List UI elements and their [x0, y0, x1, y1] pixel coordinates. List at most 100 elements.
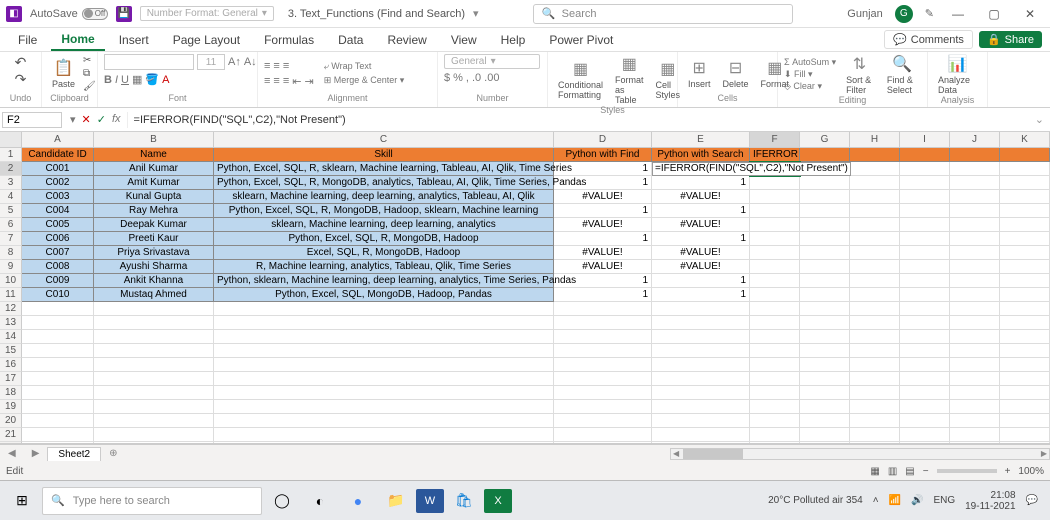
decrease-font-icon[interactable]: A↓	[244, 56, 257, 68]
cell-E17[interactable]	[652, 372, 750, 386]
cell-I16[interactable]	[900, 358, 950, 372]
cell-I11[interactable]	[900, 288, 950, 302]
cell-B13[interactable]	[94, 316, 214, 330]
cell-K8[interactable]	[1000, 246, 1050, 260]
col-header-j[interactable]: J	[950, 132, 1000, 147]
row-header[interactable]: 10	[0, 274, 22, 288]
cell-C21[interactable]	[214, 428, 554, 442]
row-header[interactable]: 9	[0, 260, 22, 274]
delete-cells-button[interactable]: ⊟Delete	[719, 58, 753, 89]
cell-H22[interactable]	[850, 442, 900, 444]
cell-I22[interactable]	[900, 442, 950, 444]
cell-H9[interactable]	[850, 260, 900, 274]
volume-icon[interactable]: 🔊	[911, 495, 923, 506]
underline-button[interactable]: U	[121, 74, 129, 86]
cell-D2[interactable]: 1	[554, 162, 652, 176]
cell-J2[interactable]	[950, 162, 1000, 176]
cell-H17[interactable]	[850, 372, 900, 386]
tray-chevron-icon[interactable]: ˄	[873, 495, 879, 506]
row-header[interactable]: 17	[0, 372, 22, 386]
cell-A1[interactable]: Candidate ID	[22, 148, 94, 162]
tab-home[interactable]: Home	[51, 29, 104, 51]
cell-F20[interactable]	[750, 414, 800, 428]
cell-I20[interactable]	[900, 414, 950, 428]
cell-C12[interactable]	[214, 302, 554, 316]
cell-B15[interactable]	[94, 344, 214, 358]
cell-D9[interactable]: #VALUE!	[554, 260, 652, 274]
bold-button[interactable]: B	[104, 74, 112, 86]
minimize-button[interactable]: —	[946, 7, 970, 21]
cell-E16[interactable]	[652, 358, 750, 372]
cell-A19[interactable]	[22, 400, 94, 414]
cell-C6[interactable]: sklearn, Machine learning, deep learning…	[214, 218, 554, 232]
cell-C8[interactable]: Excel, SQL, R, MongoDB, Hadoop	[214, 246, 554, 260]
cell-A22[interactable]	[22, 442, 94, 444]
cell-J13[interactable]	[950, 316, 1000, 330]
copy-icon[interactable]: ⧉	[83, 68, 96, 79]
cell-J16[interactable]	[950, 358, 1000, 372]
cell-D14[interactable]	[554, 330, 652, 344]
cell-B17[interactable]	[94, 372, 214, 386]
cell-A4[interactable]: C003	[22, 190, 94, 204]
cell-A9[interactable]: C008	[22, 260, 94, 274]
cell-C2[interactable]: Python, Excel, SQL, R, sklearn, Machine …	[214, 162, 554, 176]
cell-E13[interactable]	[652, 316, 750, 330]
align-right-icon[interactable]: ≡	[283, 75, 289, 87]
cell-D13[interactable]	[554, 316, 652, 330]
align-center-icon[interactable]: ≡	[273, 75, 279, 87]
accept-formula-icon[interactable]: ✓	[97, 113, 106, 126]
cell-C7[interactable]: Python, Excel, SQL, R, MongoDB, Hadoop	[214, 232, 554, 246]
user-avatar[interactable]: G	[895, 5, 913, 23]
tab-formulas[interactable]: Formulas	[254, 30, 324, 50]
col-header-g[interactable]: G	[800, 132, 850, 147]
align-bottom-icon[interactable]: ≡	[283, 60, 289, 72]
currency-icon[interactable]: $	[444, 72, 450, 84]
zoom-in-icon[interactable]: +	[1005, 466, 1011, 477]
cell-B4[interactable]: Kunal Gupta	[94, 190, 214, 204]
cell-G11[interactable]	[800, 288, 850, 302]
cell-C10[interactable]: Python, sklearn, Machine learning, deep …	[214, 274, 554, 288]
cell-A2[interactable]: C001	[22, 162, 94, 176]
cell-K7[interactable]	[1000, 232, 1050, 246]
cell-G5[interactable]	[800, 204, 850, 218]
cell-F16[interactable]	[750, 358, 800, 372]
row-header[interactable]: 8	[0, 246, 22, 260]
cell-D8[interactable]: #VALUE!	[554, 246, 652, 260]
horizontal-scrollbar[interactable]: ◀ ▶	[670, 448, 1050, 460]
row-header[interactable]: 13	[0, 316, 22, 330]
cell-H5[interactable]	[850, 204, 900, 218]
cell-I14[interactable]	[900, 330, 950, 344]
tab-page-layout[interactable]: Page Layout	[163, 30, 250, 50]
cell-G15[interactable]	[800, 344, 850, 358]
share-button[interactable]: 🔒 Share	[979, 31, 1042, 48]
cell-B5[interactable]: Ray Mehra	[94, 204, 214, 218]
conditional-formatting-button[interactable]: ▦Conditional Formatting	[554, 59, 607, 100]
name-box[interactable]	[2, 112, 62, 128]
taskbar-search[interactable]: 🔍 Type here to search	[42, 487, 262, 515]
cell-B8[interactable]: Priya Srivastava	[94, 246, 214, 260]
cell-J5[interactable]	[950, 204, 1000, 218]
insert-cells-button[interactable]: ⊞Insert	[684, 58, 715, 89]
italic-button[interactable]: I	[115, 74, 118, 86]
cell-J21[interactable]	[950, 428, 1000, 442]
cell-B14[interactable]	[94, 330, 214, 344]
comments-button[interactable]: 💬 Comments	[884, 30, 973, 49]
cell-G9[interactable]	[800, 260, 850, 274]
cell-A7[interactable]: C006	[22, 232, 94, 246]
cell-A16[interactable]	[22, 358, 94, 372]
cell-B18[interactable]	[94, 386, 214, 400]
row-header[interactable]: 14	[0, 330, 22, 344]
cell-K3[interactable]	[1000, 176, 1050, 190]
row-header[interactable]: 18	[0, 386, 22, 400]
cell-F8[interactable]	[750, 246, 800, 260]
cell-H14[interactable]	[850, 330, 900, 344]
cell-F19[interactable]	[750, 400, 800, 414]
namebox-dropdown-icon[interactable]: ▾	[70, 113, 76, 126]
cell-D1[interactable]: Python with Find	[554, 148, 652, 162]
indent-decrease-icon[interactable]: ⇤	[292, 75, 301, 88]
fx-icon[interactable]: fx	[112, 113, 121, 126]
wrap-text-button[interactable]: ⤶ Wrap Text	[324, 61, 405, 72]
cell-F22[interactable]	[750, 442, 800, 444]
font-size-input[interactable]	[197, 54, 225, 70]
cell-F1[interactable]: IFERROR	[750, 148, 800, 162]
